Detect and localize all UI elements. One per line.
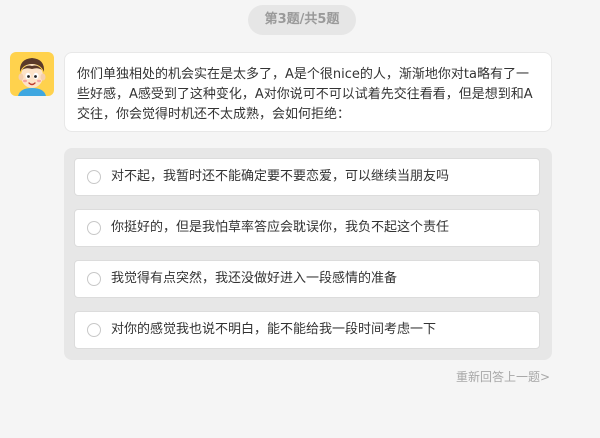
answer-option-label: 对你的感觉我也说不明白，能不能给我一段时间考虑一下: [111, 322, 437, 337]
question-progress-badge: 第3题/共5题: [248, 5, 356, 35]
question-text: 你们单独相处的机会实在是太多了，A是个很nice的人，渐渐地你对ta略有了一些好…: [64, 52, 552, 132]
answer-option-label: 我觉得有点突然，我还没做好进入一段感情的准备: [111, 271, 398, 286]
radio-circle-icon[interactable]: [87, 323, 101, 337]
radio-circle-icon[interactable]: [87, 272, 101, 286]
radio-circle-icon[interactable]: [87, 221, 101, 235]
answer-option-label: 你挺好的，但是我怕草率答应会耽误你，我负不起这个责任: [111, 220, 450, 235]
answer-option-2[interactable]: 你挺好的，但是我怕草率答应会耽误你，我负不起这个责任: [74, 209, 540, 247]
radio-circle-icon[interactable]: [87, 170, 101, 184]
answer-option-4[interactable]: 对你的感觉我也说不明白，能不能给我一段时间考虑一下: [74, 311, 540, 349]
answer-option-label: 对不起，我暂时还不能确定要不要恋爱，可以继续当朋友吗: [111, 169, 450, 184]
answer-options-panel: 对不起，我暂时还不能确定要不要恋爱，可以继续当朋友吗 你挺好的，但是我怕草率答应…: [64, 148, 552, 360]
answer-option-3[interactable]: 我觉得有点突然，我还没做好进入一段感情的准备: [74, 260, 540, 298]
redo-previous-question-link[interactable]: 重新回答上一题>: [456, 368, 550, 385]
cartoon-avatar-icon: [10, 52, 54, 96]
answer-option-1[interactable]: 对不起，我暂时还不能确定要不要恋爱，可以继续当朋友吗: [74, 158, 540, 196]
